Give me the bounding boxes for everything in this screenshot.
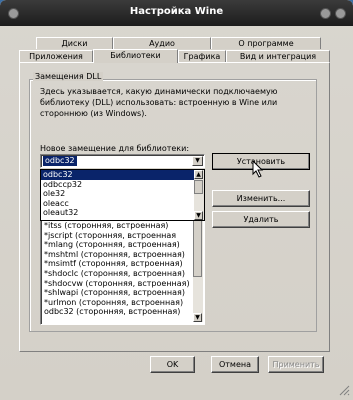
description-line: Здесь указывается, какую динамически под… bbox=[40, 87, 278, 96]
tab-desktop-integration[interactable]: Вид и интеграция bbox=[226, 50, 330, 62]
cancel-button[interactable]: Отмена bbox=[211, 356, 259, 373]
resize-grip-icon[interactable] bbox=[338, 384, 350, 396]
list-item[interactable]: *itss (сторонняя, встроенная) bbox=[42, 221, 192, 231]
apply-button[interactable]: Применить bbox=[268, 356, 324, 373]
list-item[interactable]: *shlwapi (сторонняя, встроенная) bbox=[42, 288, 192, 298]
list-item[interactable]: odbc32 (сторонняя, встроенная) bbox=[42, 307, 192, 317]
new-override-label: Новое замещение для библиотеки: bbox=[40, 144, 190, 153]
list-item[interactable]: *shdoclc (сторонняя, встроенная) bbox=[42, 269, 192, 279]
list-item[interactable]: *urlmon (сторонняя, встроенная) bbox=[42, 298, 192, 308]
overrides-items: *itss (сторонняя, встроенная) *jscript (… bbox=[42, 221, 192, 317]
title-bar[interactable]: Настройка Wine bbox=[0, 0, 353, 26]
library-combo[interactable]: odbc32 ▼ bbox=[40, 154, 205, 168]
description-line: стороннюю (из Windows). bbox=[40, 109, 147, 118]
dropdown-scrollbar[interactable]: ▲ ▼ bbox=[194, 170, 204, 220]
description: Здесь указывается, какую динамически под… bbox=[40, 86, 277, 119]
dropdown-option[interactable]: odbccp32 bbox=[41, 180, 194, 190]
dropdown-option[interactable]: odbc32 bbox=[41, 170, 194, 180]
wine-config-window: Настройка Wine Диски Аудио О программе П… bbox=[0, 0, 353, 400]
scroll-down-icon[interactable]: ▼ bbox=[193, 313, 202, 322]
scroll-thumb[interactable] bbox=[194, 180, 203, 194]
list-item[interactable]: *mlang (сторонняя, встроенная) bbox=[42, 240, 192, 250]
description-line: библиотеку (DLL) использовать: встроенну… bbox=[40, 98, 278, 107]
ok-button[interactable]: OK bbox=[150, 356, 195, 373]
list-item[interactable]: *jscript (сторонняя, встроенная bbox=[42, 231, 192, 241]
cursor-icon bbox=[252, 160, 264, 178]
scroll-thumb[interactable] bbox=[193, 217, 202, 277]
minimize-icon[interactable] bbox=[320, 8, 331, 19]
list-item[interactable]: *msimtf (сторонняя, встроенная) bbox=[42, 259, 192, 269]
tab-applications[interactable]: Приложения bbox=[19, 50, 93, 62]
tab-graphics[interactable]: Графика bbox=[178, 50, 226, 62]
list-item[interactable]: *shdocvw (сторонняя, встроенная) bbox=[42, 279, 192, 289]
scroll-down-icon[interactable]: ▼ bbox=[194, 211, 203, 220]
window-title: Настройка Wine bbox=[129, 6, 224, 17]
combo-dropdown: odbc32 odbccp32 ole32 oleacc oleaut32 ▲ … bbox=[40, 169, 205, 221]
dropdown-option[interactable]: oleaut32 bbox=[41, 208, 194, 218]
close-icon[interactable] bbox=[335, 8, 346, 19]
dropdown-options: odbc32 odbccp32 ole32 oleacc oleaut32 bbox=[41, 170, 194, 218]
chevron-down-icon[interactable]: ▼ bbox=[192, 156, 203, 166]
delete-button[interactable]: Удалить bbox=[212, 211, 310, 228]
dropdown-option[interactable]: ole32 bbox=[41, 189, 194, 199]
group-title: Замещения DLL bbox=[33, 72, 104, 81]
tab-disks[interactable]: Диски bbox=[36, 37, 113, 49]
tab-about[interactable]: О программе bbox=[211, 37, 321, 49]
tab-audio[interactable]: Аудио bbox=[113, 37, 211, 49]
list-item[interactable]: *mshtml (сторонняя, встроенная) bbox=[42, 250, 192, 260]
edit-button[interactable]: Изменить... bbox=[212, 190, 310, 207]
scroll-up-icon[interactable]: ▲ bbox=[194, 170, 203, 179]
combo-value[interactable]: odbc32 bbox=[43, 156, 77, 166]
dropdown-option[interactable]: oleacc bbox=[41, 199, 194, 209]
tab-libraries[interactable]: Библиотеки bbox=[93, 49, 178, 63]
